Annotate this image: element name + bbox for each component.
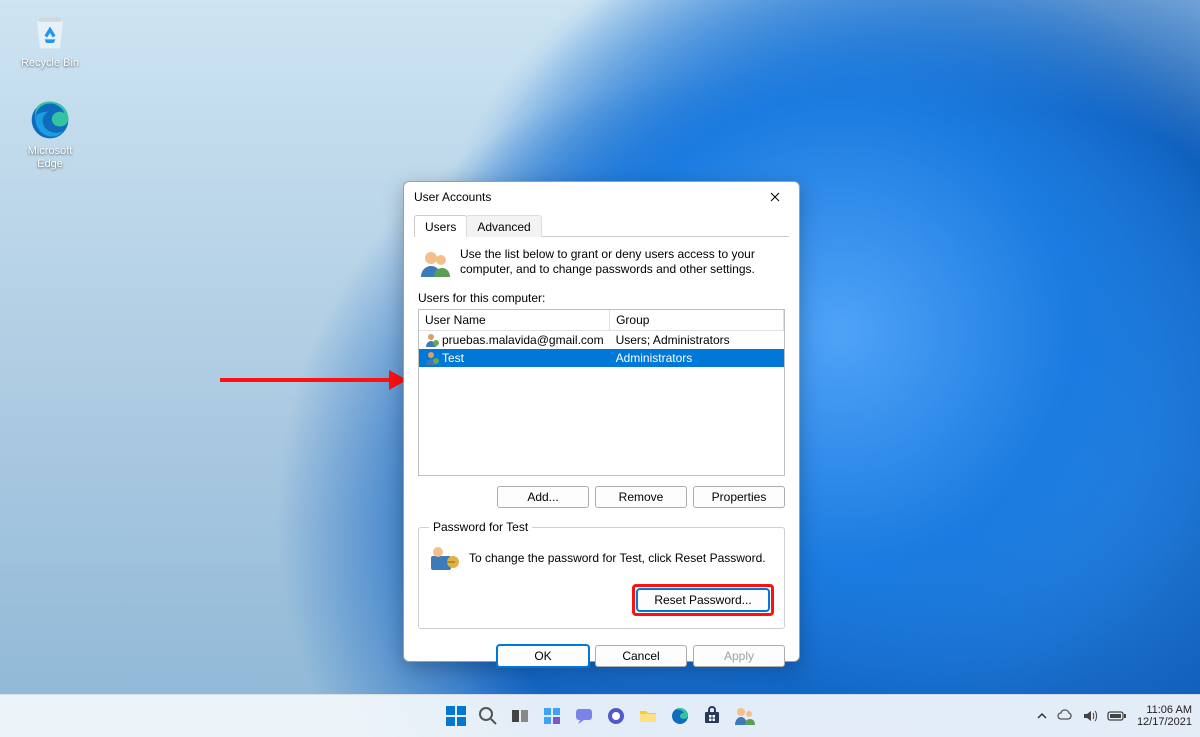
intro-text: Use the list below to grant or deny user… bbox=[460, 247, 785, 281]
search-icon bbox=[478, 706, 498, 726]
taskbar: 11:06 AM 12/17/2021 bbox=[0, 694, 1200, 737]
chat-icon bbox=[574, 706, 594, 726]
edge-icon bbox=[28, 98, 72, 142]
close-button[interactable] bbox=[757, 186, 793, 208]
titlebar[interactable]: User Accounts bbox=[404, 182, 799, 212]
annotation-highlight: Reset Password... bbox=[632, 584, 774, 616]
column-header-username[interactable]: User Name bbox=[419, 310, 610, 331]
user-row[interactable]: pruebas.malavida@gmail.com Users; Admini… bbox=[419, 331, 784, 350]
start-button[interactable] bbox=[442, 702, 470, 730]
password-groupbox: Password for Test To change the password… bbox=[418, 520, 785, 629]
password-legend: Password for Test bbox=[429, 520, 532, 534]
volume-icon[interactable] bbox=[1083, 710, 1097, 722]
clock[interactable]: 11:06 AM 12/17/2021 bbox=[1137, 704, 1192, 728]
reset-password-button[interactable]: Reset Password... bbox=[637, 589, 769, 611]
username-cell: pruebas.malavida@gmail.com bbox=[442, 333, 604, 347]
group-cell: Users; Administrators bbox=[610, 331, 784, 350]
clock-time: 11:06 AM bbox=[1137, 704, 1192, 716]
task-view-icon bbox=[510, 706, 530, 726]
ok-button[interactable]: OK bbox=[497, 645, 589, 667]
chevron-up-icon[interactable] bbox=[1037, 711, 1047, 721]
folder-icon bbox=[638, 706, 658, 726]
properties-button[interactable]: Properties bbox=[693, 486, 785, 508]
file-explorer-button[interactable] bbox=[634, 702, 662, 730]
desktop-icon-microsoft-edge[interactable]: Microsoft Edge bbox=[14, 98, 86, 171]
user-icon bbox=[425, 333, 439, 347]
remove-button[interactable]: Remove bbox=[595, 486, 687, 508]
tab-strip: Users Advanced bbox=[414, 214, 789, 237]
add-button[interactable]: Add... bbox=[497, 486, 589, 508]
password-text: To change the password for Test, click R… bbox=[469, 551, 766, 565]
desktop-icon-label: Recycle Bin bbox=[14, 57, 86, 70]
desktop: Recycle Bin Microsoft Edge User Accounts… bbox=[0, 0, 1200, 737]
battery-icon[interactable] bbox=[1107, 710, 1127, 722]
task-view-button[interactable] bbox=[506, 702, 534, 730]
widgets-icon bbox=[542, 706, 562, 726]
windows-icon bbox=[445, 705, 467, 727]
tab-advanced[interactable]: Advanced bbox=[466, 215, 541, 237]
edge-icon bbox=[670, 706, 690, 726]
tab-users[interactable]: Users bbox=[414, 215, 467, 237]
chat-button[interactable] bbox=[570, 702, 598, 730]
user-accounts-taskbar-button[interactable] bbox=[730, 702, 758, 730]
cancel-button[interactable]: Cancel bbox=[595, 645, 687, 667]
user-icon bbox=[425, 351, 439, 365]
users-icon bbox=[418, 247, 452, 281]
close-icon bbox=[770, 192, 780, 202]
store-button[interactable] bbox=[698, 702, 726, 730]
username-cell: Test bbox=[442, 351, 464, 365]
widgets-button[interactable] bbox=[538, 702, 566, 730]
users-list[interactable]: User Name Group pruebas.malavida@gmail.c… bbox=[418, 309, 785, 476]
teams-button[interactable] bbox=[602, 702, 630, 730]
group-cell: Administrators bbox=[610, 349, 784, 367]
apply-button[interactable]: Apply bbox=[693, 645, 785, 667]
edge-taskbar-button[interactable] bbox=[666, 702, 694, 730]
search-button[interactable] bbox=[474, 702, 502, 730]
clock-date: 12/17/2021 bbox=[1137, 716, 1192, 728]
key-icon bbox=[429, 542, 461, 574]
annotation-arrow bbox=[220, 378, 415, 382]
users-icon bbox=[733, 705, 755, 727]
column-header-group[interactable]: Group bbox=[610, 310, 784, 331]
store-icon bbox=[702, 706, 722, 726]
system-tray[interactable]: 11:06 AM 12/17/2021 bbox=[1037, 704, 1192, 728]
desktop-icon-label: Microsoft Edge bbox=[14, 145, 86, 171]
recycle-bin-icon bbox=[28, 10, 72, 54]
teams-icon bbox=[606, 706, 626, 726]
users-list-label: Users for this computer: bbox=[418, 291, 785, 305]
desktop-icon-recycle-bin[interactable]: Recycle Bin bbox=[14, 10, 86, 70]
onedrive-icon[interactable] bbox=[1057, 709, 1073, 723]
user-row[interactable]: Test Administrators bbox=[419, 349, 784, 367]
user-accounts-dialog: User Accounts Users Advanced Use the lis… bbox=[403, 181, 800, 662]
dialog-title: User Accounts bbox=[414, 190, 757, 204]
